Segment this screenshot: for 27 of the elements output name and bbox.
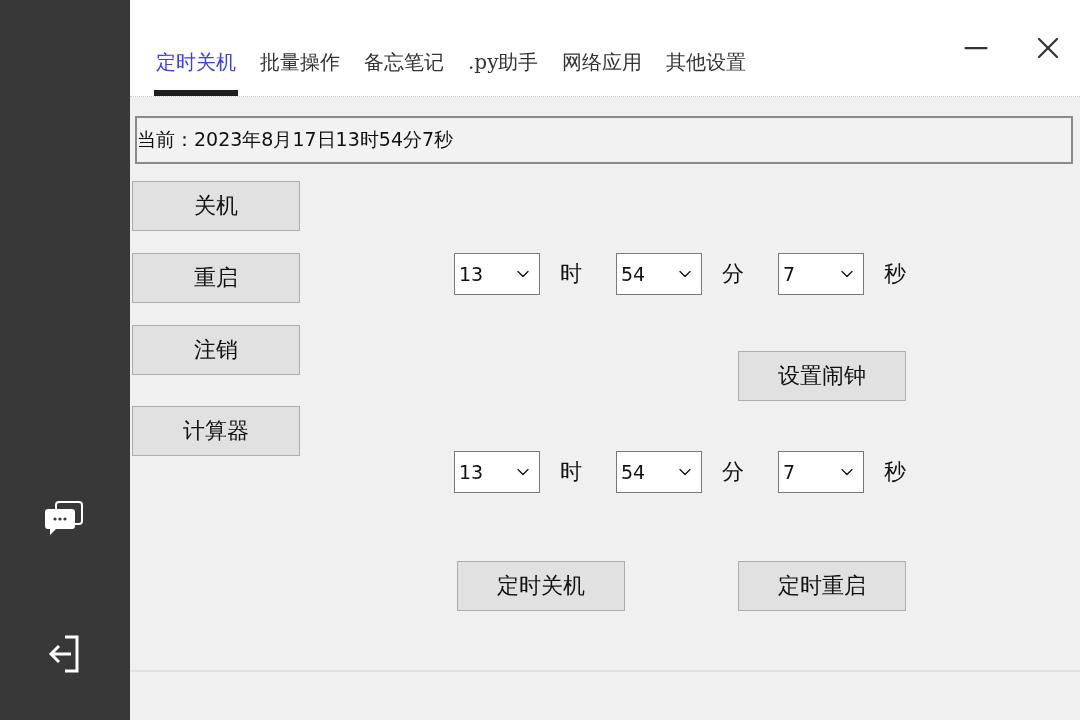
tab[interactable]: 批量操作 [258, 49, 342, 96]
tab[interactable]: 备忘笔记 [362, 49, 446, 96]
tab[interactable]: 网络应用 [560, 49, 645, 96]
current-time-display: 当前：2023年8月17日13时54分7秒 [135, 116, 1073, 164]
side-button[interactable]: 计算器 [132, 406, 300, 456]
tab[interactable]: 其他设置 [664, 49, 749, 96]
chat-bubbles-icon[interactable] [44, 500, 86, 538]
unit-label: 秒 [883, 260, 907, 288]
unit-label: 时 [559, 260, 583, 288]
alarm-button[interactable]: 设置闹钟 [738, 351, 906, 401]
action-button[interactable]: 定时关机 [457, 561, 625, 611]
time-dropdown[interactable]: 13 [454, 253, 540, 295]
unit-label: 时 [559, 458, 583, 486]
tab[interactable]: 定时关机 [154, 49, 238, 96]
time-dropdown[interactable]: 7 [778, 451, 864, 493]
side-button[interactable]: 注销 [132, 325, 300, 375]
unit-label: 分 [721, 260, 745, 288]
unit-label: 秒 [883, 458, 907, 486]
side-button[interactable]: 重启 [132, 253, 300, 303]
tab[interactable]: .py助手 [466, 49, 541, 96]
unit-label: 分 [721, 458, 745, 486]
action-button[interactable]: 定时重启 [738, 561, 906, 611]
time-dropdown[interactable]: 13 [454, 451, 540, 493]
time-dropdown[interactable]: 7 [778, 253, 864, 295]
side-button[interactable]: 关机 [132, 181, 300, 231]
time-dropdown[interactable]: 54 [616, 451, 702, 493]
time-dropdown[interactable]: 54 [616, 253, 702, 295]
